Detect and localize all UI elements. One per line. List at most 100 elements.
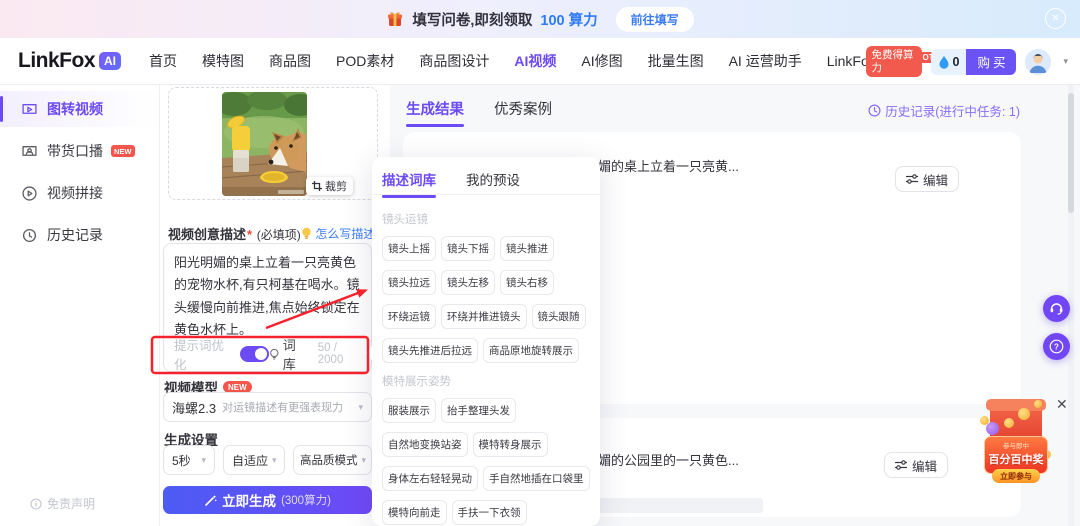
account-chevron-down-icon[interactable]: ▾ (1063, 56, 1068, 67)
nav-item-商品图[interactable]: 商品图 (269, 51, 311, 71)
lottery-promo-widget[interactable]: 参与即中 百分百中奖 立即参与 (978, 398, 1054, 492)
quality-select[interactable]: 高品质模式 ▾ (293, 445, 372, 475)
sidebar-item-历史记录[interactable]: 历史记录 (0, 217, 159, 253)
prompt-chip[interactable]: 镜头跟随 (531, 304, 586, 329)
banner-text: 填写问卷,即刻领取 (412, 12, 533, 29)
promo-banner: 填写问卷,即刻领取 100 算力 前往填写 ✕ (0, 0, 1080, 38)
uploaded-image-preview[interactable] (222, 92, 307, 196)
edit-button[interactable]: 编辑 (883, 452, 948, 478)
sidebar-item-图转视频[interactable]: 图转视频 (0, 91, 159, 127)
thesaurus-popup: 描述词库 我的预设 镜头运镜 镜头上摇 镜头下摇 镜头推进 镜头拉远 镜头左移 镜头右移 环绕运… (364, 157, 600, 526)
avatar[interactable] (1025, 48, 1052, 75)
chip-row: 镜头先推进后拉远 商品原地旋转展示 (382, 338, 592, 363)
ratio-select[interactable]: 自适应 ▾ (223, 445, 285, 475)
history-link[interactable]: 历史记录(进行中任务: 1) (868, 101, 1020, 120)
chip-row: 环绕运镜 环绕并推进镜头 镜头跟随 (382, 304, 592, 329)
prompt-chip[interactable]: 商品原地旋转展示 (483, 338, 579, 363)
nav-right-cluster: 免费得算力 0 购买 ▾ (865, 38, 1068, 85)
promo-subtitle: 参与即中 (1003, 443, 1029, 450)
nav-item-AI 运营助手[interactable]: AI 运营助手 (729, 51, 802, 71)
sliders-icon (894, 460, 907, 470)
prompt-chip[interactable]: 镜头拉远 (382, 270, 436, 295)
nav-item-批量生图[interactable]: 批量生图 (648, 51, 704, 71)
credits-count: 0 (952, 54, 960, 69)
promo-title: 百分百中奖 (988, 454, 1044, 466)
user-avatar-icon (1025, 48, 1052, 75)
prompt-chip[interactable]: 环绕运镜 (382, 304, 436, 329)
edit-button[interactable]: 编辑 (894, 166, 959, 192)
linkfox-logo[interactable]: LinkFox AI (18, 49, 122, 73)
support-button[interactable] (1043, 295, 1070, 322)
nav-item-模特图[interactable]: 模特图 (202, 51, 244, 71)
prompt-chip[interactable]: 镜头右移 (500, 270, 554, 295)
nav-item-AI视频[interactable]: AI视频 (514, 51, 556, 71)
disclaimer-link[interactable]: 免责声明 (30, 495, 95, 512)
chip-row: 镜头上摇 镜头下摇 镜头推进 (382, 236, 592, 261)
magic-wand-icon (205, 494, 217, 506)
duration-select[interactable]: 5秒 ▾ (163, 445, 215, 475)
promo-cta-button[interactable]: 立即参与 (992, 469, 1040, 483)
chip-row: 模特向前走 手扶一下衣领 (382, 500, 592, 525)
chip-section-label: 模特展示姿势 (382, 376, 451, 388)
bulb-icon (302, 227, 312, 239)
prompt-chip[interactable]: 镜头推进 (500, 236, 554, 261)
description-label: 视频创意描述* (必填项) (168, 227, 301, 242)
free-credits-button[interactable]: 免费得算力 (865, 45, 922, 78)
sidebar: 图转视频带货口播 NEW 视频拼接历史记录 免责声明 (0, 85, 160, 526)
logo-ai-badge: AI (99, 52, 122, 70)
prompt-chip[interactable]: 镜头左移 (441, 270, 495, 295)
crop-icon (312, 181, 322, 191)
prompt-text[interactable]: 阳光明媚的桌上立着一只亮黄色的宠物水杯,有只柯基在喝水。镜头缓慢向前推进,焦点始… (174, 252, 361, 341)
scrollbar-thumb[interactable] (1068, 93, 1074, 213)
bulb-outline-icon (270, 348, 279, 360)
prompt-chip[interactable]: 模特向前走 (382, 500, 447, 525)
prompt-chip[interactable]: 环绕并推进镜头 (441, 304, 527, 329)
prompt-chip[interactable]: 自然地变换站姿 (382, 432, 468, 457)
banner-close-icon[interactable]: ✕ (1045, 8, 1066, 29)
prompt-chip[interactable]: 镜头上摇 (382, 236, 436, 261)
nav-item-POD素材[interactable]: POD素材 (336, 51, 394, 71)
sliders-icon (905, 174, 918, 184)
crop-button[interactable]: 裁剪 (306, 177, 353, 195)
top-nav: LinkFox AI 首页 模特图 商品图 POD素材 商品图设计 AI视频 AI修图 批量生… (0, 38, 1080, 85)
prompt-chip[interactable]: 镜头下摇 (441, 236, 495, 261)
char-counter: 50 / 2000 (317, 342, 344, 366)
model-select[interactable]: 海螺2.3 对运镜描述有更强表现力 ▾ (163, 392, 372, 422)
prompt-chip[interactable]: 手扶一下衣领 (451, 500, 527, 525)
nav-item-首页[interactable]: 首页 (149, 51, 177, 71)
question-icon: ? (1049, 339, 1064, 354)
prompt-chip[interactable]: 镜头先推进后拉远 (382, 338, 478, 363)
results-tab-优秀案例[interactable]: 优秀案例 (494, 98, 552, 127)
results-tab-生成结果[interactable]: 生成结果 (406, 98, 464, 127)
prompt-chip[interactable]: 抬手整理头发 (441, 398, 516, 423)
history-clock-icon (868, 104, 881, 117)
generate-button[interactable]: 立即生成 (300算力) (163, 486, 372, 514)
promo-banner-card[interactable]: 参与即中 百分百中奖 立即参与 (984, 436, 1048, 483)
sidebar-item-带货口播[interactable]: 带货口播 NEW (0, 133, 159, 169)
thesaurus-button[interactable]: 词库 (269, 335, 308, 373)
promo-close-icon[interactable]: ✕ (1056, 396, 1068, 413)
chip-row: 服装展示 抬手整理头发 (382, 398, 592, 423)
nav-item-商品图设计[interactable]: 商品图设计 (419, 51, 489, 71)
history-icon (22, 228, 37, 242)
prompt-editor[interactable]: 阳光明媚的桌上立着一只亮黄色的宠物水杯,有只柯基在喝水。镜头缓慢向前推进,焦点始… (163, 243, 372, 372)
sidebar-item-label: 带货口播 (47, 143, 103, 159)
prompt-optimize-toggle[interactable] (240, 346, 270, 362)
nav-item-AI修图[interactable]: AI修图 (581, 51, 622, 71)
help-button[interactable]: ? (1043, 333, 1070, 360)
prompt-chip[interactable]: 身体左右轻轻晃动 (382, 466, 478, 491)
sidebar-item-视频拼接[interactable]: 视频拼接 (0, 175, 159, 211)
banner-cta-button[interactable]: 前往填写 (615, 6, 694, 32)
prompt-chip[interactable]: 手自然地插在口袋里 (483, 466, 590, 491)
buy-button[interactable]: 购买 (966, 48, 1017, 75)
new-badge: NEW (111, 145, 135, 157)
composer-panel: 裁剪 视频创意描述* (必填项) 怎么写描述? 阳光明媚的桌上立着一只亮黄色的宠… (160, 85, 390, 526)
prompt-chip[interactable]: 模特转身展示 (472, 432, 548, 457)
how-to-write-link[interactable]: 怎么写描述? (301, 225, 382, 242)
prompt-chip[interactable]: 服装展示 (382, 398, 436, 423)
chevron-down-icon: ▾ (201, 454, 206, 465)
credits-balance: 0 (930, 48, 967, 75)
sidebar-item-label: 历史记录 (47, 227, 103, 243)
water-drop-icon (939, 55, 948, 69)
crop-label: 裁剪 (325, 181, 347, 193)
